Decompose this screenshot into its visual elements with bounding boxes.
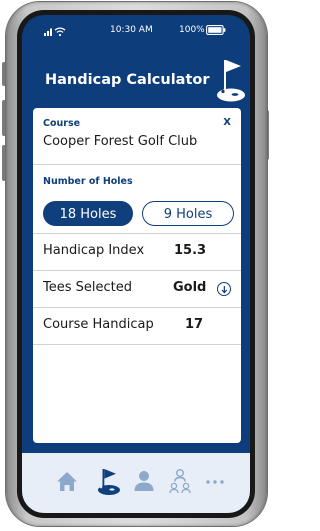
status-bar: 10:30 AM 100% (22, 15, 250, 45)
nav-calculator[interactable] (93, 466, 123, 496)
tees-row[interactable]: Tees Selected Gold (33, 271, 241, 308)
golf-flag-icon (217, 60, 245, 102)
course-section: Course X Cooper Forest Golf Club (33, 108, 241, 165)
phone-frame: 10:30 AM 100% Handicap Calculator Course… (6, 2, 267, 526)
holes-section: Number of Holes 18 Holes 9 Holes (33, 165, 241, 234)
course-handicap-value: 17 (185, 317, 204, 332)
calculator-card: Course X Cooper Forest Golf Club Number … (33, 108, 241, 443)
info-icon[interactable] (217, 282, 231, 296)
course-handicap-row: Course Handicap 17 (33, 308, 241, 345)
bottom-nav (22, 453, 250, 513)
golf-flag-icon (98, 469, 120, 495)
nav-groups[interactable] (165, 466, 195, 496)
signal-wifi-icon (44, 27, 66, 36)
nav-home[interactable] (52, 466, 82, 496)
tees-value: Gold (173, 280, 207, 295)
course-handicap-label: Course Handicap (43, 317, 154, 332)
page-title: Handicap Calculator (45, 72, 210, 88)
handicap-index-value: 15.3 (174, 243, 207, 258)
nav-profile[interactable] (129, 466, 159, 496)
course-label: Course (43, 118, 81, 129)
phone-mockup: 10:30 AM 100% Handicap Calculator Course… (0, 0, 271, 531)
18-holes-button[interactable]: 18 Holes (43, 201, 133, 226)
user-icon (134, 471, 154, 491)
nav-more[interactable] (200, 466, 230, 496)
handicap-index-row[interactable]: Handicap Index 15.3 (33, 234, 241, 271)
clear-course-button[interactable]: X (223, 117, 231, 128)
holes-label: Number of Holes (43, 176, 133, 187)
home-icon (57, 472, 77, 491)
group-icon (169, 469, 191, 494)
phone-bezel: 10:30 AM 100% Handicap Calculator Course… (17, 10, 255, 518)
app-screen: 10:30 AM 100% Handicap Calculator Course… (22, 15, 250, 513)
more-icon (206, 480, 224, 484)
9-holes-button[interactable]: 9 Holes (142, 201, 234, 226)
tees-label: Tees Selected (43, 280, 132, 295)
status-time: 10:30 AM (110, 25, 153, 35)
battery-icon (206, 25, 226, 35)
course-name[interactable]: Cooper Forest Golf Club (43, 134, 197, 149)
battery-percentage: 100% (179, 25, 205, 35)
handicap-index-label: Handicap Index (43, 243, 145, 258)
